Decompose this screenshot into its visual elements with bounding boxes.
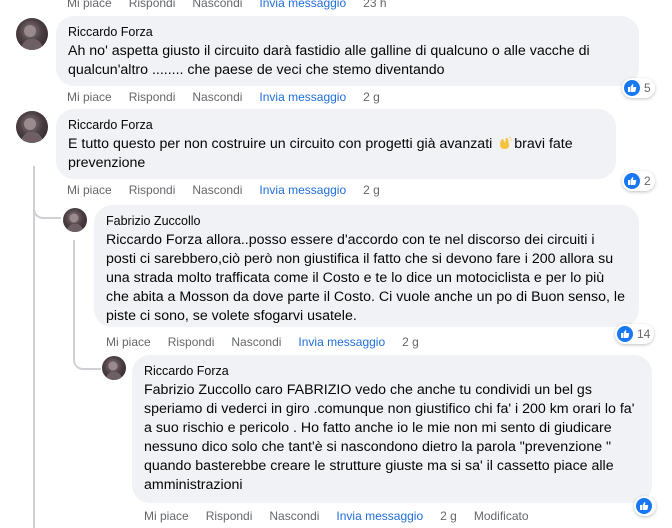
reply-button[interactable]: Rispondi xyxy=(129,90,176,104)
profile-photo-icon xyxy=(20,25,44,50)
send-message-button[interactable]: Invia messaggio xyxy=(259,183,346,197)
profile-photo-icon xyxy=(66,213,84,232)
comment-bubble: Riccardo Forza Ah no' aspetta giusto il … xyxy=(56,16,639,86)
thumbs-up-icon xyxy=(624,173,640,189)
avatar[interactable] xyxy=(102,356,126,380)
timestamp[interactable]: 2 g xyxy=(363,90,380,104)
reply-button[interactable]: Rispondi xyxy=(206,509,253,523)
profile-photo-icon xyxy=(20,118,44,143)
comment-text: Riccardo Forza allora..posso essere d'ac… xyxy=(106,231,627,326)
thread-elbow-1 xyxy=(33,195,61,219)
send-message-button[interactable]: Invia messaggio xyxy=(336,509,423,523)
thumbs-up-icon xyxy=(636,498,652,514)
reaction-summary[interactable]: 14 xyxy=(615,324,655,344)
comment-action-bar: Mi piace Rispondi Nascondi Invia messagg… xyxy=(67,183,380,197)
like-button[interactable]: Mi piace xyxy=(67,90,112,104)
reply-button[interactable]: Rispondi xyxy=(168,335,215,349)
comment-text: E tutto questo per non costruire un circ… xyxy=(68,135,604,173)
timestamp[interactable]: 23 h xyxy=(363,0,386,10)
edited-label[interactable]: Modificato xyxy=(474,509,529,523)
comment-text: Fabrizio Zuccollo caro FABRIZIO vedo che… xyxy=(144,381,640,495)
like-button[interactable]: Mi piace xyxy=(67,0,112,10)
reaction-count: 5 xyxy=(644,81,651,95)
comment-author[interactable]: Fabrizio Zuccollo xyxy=(106,213,627,229)
hide-button[interactable]: Nascondi xyxy=(192,90,242,104)
comment-text-part: caro FABRIZIO vedo che anche tu condivid… xyxy=(144,382,635,493)
comment-text-part: E tutto questo per non costruire un circ… xyxy=(68,136,497,152)
comment-action-bar: Mi piace Rispondi Nascondi Invia messagg… xyxy=(144,509,529,523)
comment-action-bar: Mi piace Rispondi Nascondi Invia messagg… xyxy=(106,335,419,349)
send-message-button[interactable]: Invia messaggio xyxy=(259,90,346,104)
reaction-summary[interactable]: 2 xyxy=(622,171,655,191)
timestamp[interactable]: 2 g xyxy=(363,183,380,197)
reply-button[interactable]: Rispondi xyxy=(129,183,176,197)
mention-link[interactable]: Riccardo Forza xyxy=(106,232,202,248)
comment-action-bar: Mi piace Rispondi Nascondi Invia messagg… xyxy=(67,90,380,104)
profile-photo-icon xyxy=(105,361,123,380)
reaction-summary[interactable]: 1 xyxy=(634,496,656,516)
thread-line-main xyxy=(33,166,35,528)
send-message-button[interactable]: Invia messaggio xyxy=(298,335,385,349)
clapping-hands-icon xyxy=(500,136,513,149)
reaction-count: 2 xyxy=(644,174,651,188)
like-button[interactable]: Mi piace xyxy=(67,183,112,197)
avatar[interactable] xyxy=(16,18,48,50)
hide-button[interactable]: Nascondi xyxy=(269,509,319,523)
comment-author[interactable]: Riccardo Forza xyxy=(68,117,604,133)
comment-bubble: Riccardo Forza E tutto questo per non co… xyxy=(56,109,616,179)
reply-button[interactable]: Rispondi xyxy=(129,0,176,10)
avatar[interactable] xyxy=(63,208,87,232)
reaction-summary[interactable]: 5 xyxy=(622,78,655,98)
hide-button[interactable]: Nascondi xyxy=(231,335,281,349)
reaction-count: 14 xyxy=(637,327,651,341)
hide-button[interactable]: Nascondi xyxy=(192,0,242,10)
comment-bubble: Riccardo Forza Fabrizio Zuccollo caro FA… xyxy=(132,355,652,503)
send-message-button[interactable]: Invia messaggio xyxy=(259,0,346,10)
like-button[interactable]: Mi piace xyxy=(106,335,151,349)
timestamp[interactable]: 2 g xyxy=(440,509,457,523)
thread-elbow-2 xyxy=(73,340,101,370)
thumbs-up-icon xyxy=(617,326,633,342)
like-button[interactable]: Mi piace xyxy=(144,509,189,523)
comment-text: Ah no' aspetta giusto il circuito darà f… xyxy=(68,43,590,78)
hide-button[interactable]: Nascondi xyxy=(192,183,242,197)
thumbs-up-icon xyxy=(624,80,640,96)
comment-author[interactable]: Riccardo Forza xyxy=(144,363,640,379)
avatar[interactable] xyxy=(16,111,48,143)
timestamp[interactable]: 2 g xyxy=(402,335,419,349)
comment-author[interactable]: Riccardo Forza xyxy=(68,24,627,40)
mention-link[interactable]: Fabrizio Zuccollo xyxy=(144,382,251,398)
comment-bubble: Fabrizio Zuccollo Riccardo Forza allora.… xyxy=(94,205,639,327)
top-action-bar: Mi piace Rispondi Nascondi Invia messagg… xyxy=(67,0,387,10)
